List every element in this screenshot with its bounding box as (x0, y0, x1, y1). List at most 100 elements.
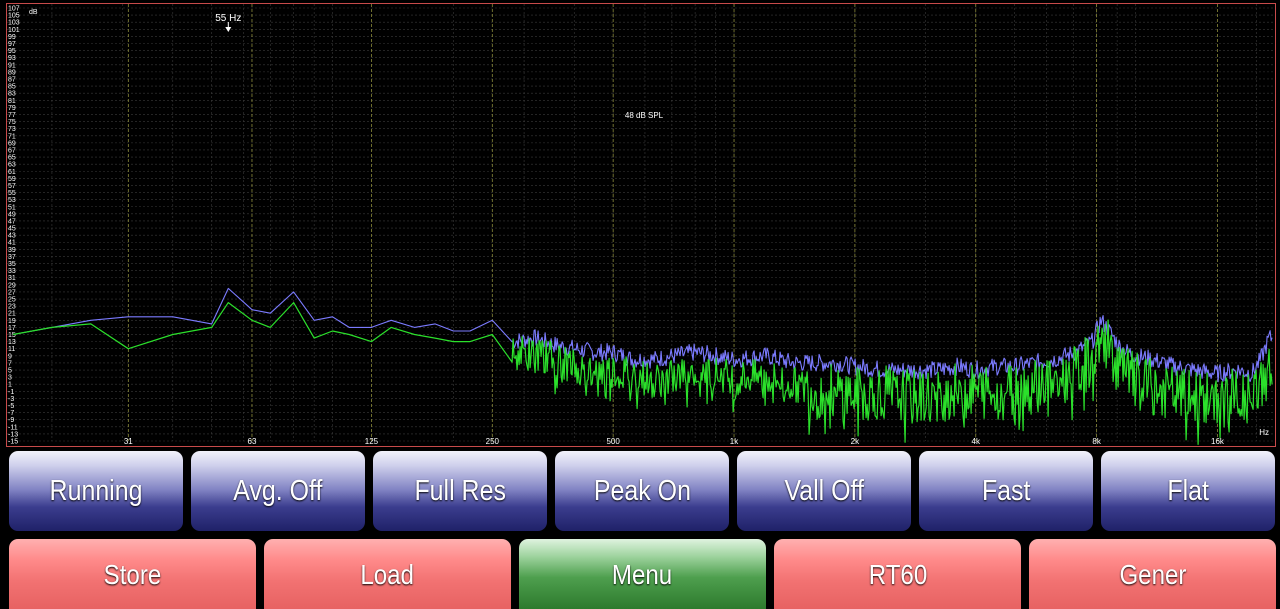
y-tick-label: 5 (8, 368, 12, 375)
store-button[interactable]: Store (9, 539, 256, 609)
db-unit-label: dB (29, 9, 38, 16)
y-tick-label: 39 (8, 247, 16, 254)
x-tick-label: 16k (1211, 437, 1225, 446)
y-tick-label: 105 (8, 13, 20, 20)
y-tick-label: -7 (8, 410, 14, 417)
valley-button-label: Vall Off (784, 474, 864, 507)
x-tick-label: 250 (486, 437, 500, 446)
x-tick-label: 4k (972, 437, 981, 446)
spl-readout: 48 dB SPL (625, 111, 664, 120)
y-tick-label: 103 (8, 20, 20, 27)
valley-button[interactable]: Vall Off (737, 451, 911, 531)
y-tick-label: 7 (8, 360, 12, 367)
y-tick-label: -13 (8, 431, 18, 438)
y-tick-label: 53 (8, 197, 16, 204)
y-tick-label: -9 (8, 417, 14, 424)
averaging-button-label: Avg. Off (233, 474, 323, 507)
y-tick-label: 25 (8, 297, 16, 304)
y-tick-label: 95 (8, 48, 16, 55)
y-tick-label: 57 (8, 183, 16, 190)
y-tick-label: 51 (8, 204, 16, 211)
y-tick-label: 1 (8, 382, 12, 389)
y-tick-label: 17 (8, 325, 16, 332)
peak-button[interactable]: Peak On (555, 451, 729, 531)
y-tick-label: 61 (8, 169, 16, 176)
y-tick-label: 71 (8, 133, 16, 140)
menu-button-label: Menu (612, 559, 673, 590)
y-tick-label: 81 (8, 98, 16, 105)
y-tick-label: 33 (8, 268, 16, 275)
y-tick-label: 77 (8, 112, 16, 119)
resolution-button[interactable]: Full Res (373, 451, 547, 531)
y-tick-label: 85 (8, 84, 16, 91)
spectrum-chart[interactable]: 1071051031019997959391898785838179777573… (7, 4, 1275, 446)
y-tick-label: 75 (8, 119, 16, 126)
y-tick-label: -11 (8, 424, 18, 431)
y-tick-label: 99 (8, 34, 16, 41)
running-button[interactable]: Running (9, 451, 183, 531)
y-tick-label: 93 (8, 55, 16, 62)
y-tick-label: 35 (8, 261, 16, 268)
generator-button[interactable]: Gener (1029, 539, 1276, 609)
resolution-button-label: Full Res (414, 474, 506, 507)
y-tick-label: 87 (8, 76, 16, 83)
y-tick-label: 49 (8, 211, 16, 218)
rt60-button-label: RT60 (868, 559, 927, 590)
live-trace (12, 302, 1273, 445)
weighting-button[interactable]: Flat (1101, 451, 1275, 531)
y-tick-label: 9 (8, 353, 12, 360)
x-tick-label: 125 (365, 437, 379, 446)
x-tick-label: 1k (730, 437, 739, 446)
y-tick-label: 3 (8, 375, 12, 382)
y-tick-label: 89 (8, 69, 16, 76)
y-tick-label: -1 (8, 389, 14, 396)
y-tick-label: 59 (8, 176, 16, 183)
y-tick-label: 31 (8, 275, 16, 282)
y-tick-label: 97 (8, 41, 16, 48)
averaging-button[interactable]: Avg. Off (191, 451, 365, 531)
y-tick-label: 69 (8, 140, 16, 147)
y-tick-label: -15 (8, 439, 18, 446)
y-tick-label: 15 (8, 332, 16, 339)
store-button-label: Store (103, 559, 162, 590)
y-tick-label: 41 (8, 240, 16, 247)
peak-button-label: Peak On (593, 474, 691, 507)
y-tick-label: 47 (8, 218, 16, 225)
y-tick-label: -5 (8, 403, 14, 410)
frequency-marker-arrow[interactable] (225, 27, 232, 32)
speed-button-label: Fast (981, 474, 1031, 507)
x-tick-label: 63 (248, 437, 257, 446)
spectrum-plot[interactable]: 107 105 103 101 99 97 95 93 91 89 87 85 83 81 79 77 75 73… (6, 3, 1276, 447)
y-tick-label: 83 (8, 91, 16, 98)
y-tick-label: 29 (8, 282, 16, 289)
x-tick-label: 2k (851, 437, 860, 446)
y-tick-label: 23 (8, 304, 16, 311)
y-tick-label: 27 (8, 289, 16, 296)
x-tick-label: 31 (124, 437, 133, 446)
y-tick-label: 101 (8, 27, 20, 34)
y-tick-label: 63 (8, 162, 16, 169)
x-tick-label: 500 (606, 437, 620, 446)
y-tick-label: 13 (8, 339, 16, 346)
y-tick-label: 21 (8, 311, 16, 318)
y-tick-label: 11 (8, 346, 15, 353)
speed-button[interactable]: Fast (919, 451, 1093, 531)
load-button-label: Load (360, 559, 415, 590)
y-tick-label: 91 (8, 62, 16, 69)
y-tick-label: 45 (8, 226, 16, 233)
y-tick-label: 67 (8, 147, 16, 154)
y-tick-label: 79 (8, 105, 16, 112)
running-button-label: Running (49, 474, 143, 507)
y-tick-label: 65 (8, 155, 16, 162)
load-button[interactable]: Load (264, 539, 511, 609)
x-tick-label: 8k (1092, 437, 1101, 446)
generator-button-label: Gener (1119, 559, 1186, 590)
menu-button[interactable]: Menu (519, 539, 766, 609)
hz-unit-label: Hz (1259, 428, 1269, 437)
y-tick-label: 107 (8, 6, 20, 13)
y-tick-label: 55 (8, 190, 16, 197)
y-tick-label: -3 (8, 396, 14, 403)
rt60-button[interactable]: RT60 (774, 539, 1021, 609)
weighting-button-label: Flat (1167, 474, 1209, 507)
y-tick-label: 73 (8, 126, 16, 133)
